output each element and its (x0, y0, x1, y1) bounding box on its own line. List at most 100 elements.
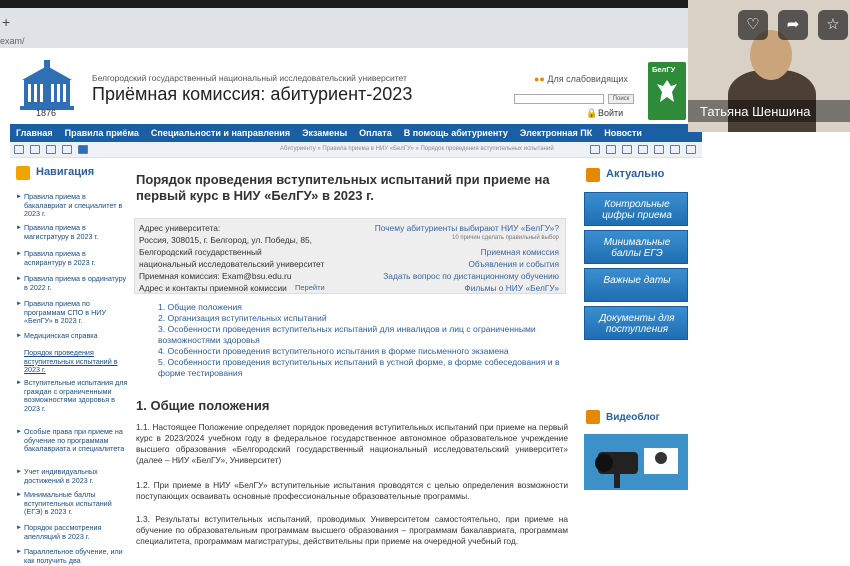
sidebar-item-rules-master[interactable]: ► Правила приема в магистратуру в 2023 г. (16, 223, 128, 241)
remote-question-link[interactable]: Задать вопрос по дистанционному обучению (383, 271, 559, 281)
sidebar-item-rules-bachelor[interactable]: ► Правила приема в бакалавриат и специали… (16, 192, 128, 219)
menu-item-help[interactable]: В помощь абитуриенту (398, 128, 514, 138)
pencil-icon (586, 168, 600, 182)
toc-item[interactable]: 5. Особенности проведения вступительных … (158, 357, 568, 379)
navigation-sidebar: Навигация ► Правила приема в бакалавриат … (14, 162, 129, 566)
go-link[interactable]: Перейти (295, 283, 325, 292)
share-icon[interactable] (670, 145, 680, 154)
structure-icon[interactable] (62, 145, 72, 154)
rss-icon[interactable] (78, 145, 88, 154)
videoblog-icon (586, 410, 600, 424)
glasses-icon: ●● (534, 74, 548, 84)
screen-icon[interactable] (622, 145, 632, 154)
globe-icon[interactable] (654, 145, 664, 154)
menu-item-electronic[interactable]: Электронная ПК (514, 128, 598, 138)
menu-item-exams[interactable]: Экзамены (296, 128, 353, 138)
banner-admission-numbers[interactable]: Контрольные цифры приема (584, 192, 688, 226)
events-link[interactable]: Объявления и события (468, 259, 559, 269)
right-sidebar: Актуально Контрольные цифры приема Миним… (584, 162, 694, 566)
font-icon[interactable] (638, 145, 648, 154)
new-tab-button[interactable]: + (2, 14, 10, 30)
paragraph: 1.3. Результаты вступительных испытаний,… (136, 514, 568, 546)
search-input[interactable] (514, 94, 604, 104)
menu-item-payment[interactable]: Оплата (353, 128, 398, 138)
paragraph: 1.1. Настоящее Положение определяет поря… (136, 422, 568, 465)
toc-item[interactable]: 4. Особенности проведения вступительного… (158, 346, 568, 357)
bullet-icon: ► (16, 194, 22, 200)
films-link[interactable]: Фильмы о НИУ «БелГУ» (464, 283, 559, 293)
star-icon[interactable]: ☆ (818, 10, 848, 40)
bullet-icon: ► (16, 469, 22, 475)
home-icon[interactable] (30, 145, 40, 154)
eagle-emblem-icon (657, 80, 677, 102)
logo-year: 1876 (36, 108, 57, 118)
sidebar-item-special-rights[interactable]: ► Особые права при приеме на обучение по … (16, 427, 128, 454)
why-choose-link[interactable]: Почему абитуриенты выбирают НИУ «БелГУ»? (375, 223, 559, 233)
sidebar-item-disabilities[interactable]: ► Вступительные испытания для граждан с о… (16, 378, 128, 413)
breadcrumb[interactable]: Абитуриенту » Правила приема в НИУ «БелГ… (280, 146, 554, 152)
sidebar-item-rules-spo[interactable]: ► Правила приема по программам СПО в НИУ … (16, 299, 128, 326)
banner-label: Документы для поступления (599, 313, 675, 335)
sidebar-item-rules-phd[interactable]: ► Правила приема в аспирантуру в 2023 г. (16, 249, 128, 267)
toc-item[interactable]: 3. Особенности проведения вступительных … (158, 324, 568, 346)
university-name: Белгородский государственный национальны… (92, 73, 407, 83)
toc-item[interactable]: 1. Общие положения (158, 302, 568, 313)
sidebar-item-medical[interactable]: ► Медицинская справка (16, 331, 128, 341)
sidebar-item-parallel[interactable]: ► Параллельное обучение, или как получить… (16, 547, 128, 565)
low-vision-link[interactable]: ●● Для слабовидящих (534, 74, 628, 84)
menu-item-rules[interactable]: Правила приёма (59, 128, 145, 138)
lock-icon: 🔒 (586, 108, 598, 118)
menu-item-home[interactable]: Главная (10, 128, 59, 138)
banner-label: Минимальные баллы ЕГЭ (603, 237, 671, 259)
sidebar-item-min-scores[interactable]: ► Минимальные баллы вступительных испытан… (16, 490, 128, 517)
info-box: Адрес университета: Россия, 308015, г. Б… (134, 218, 566, 294)
reasons-caption: 10 причин сделать правильный выбор (452, 235, 559, 241)
videoblog-title: Видеоблог (606, 412, 660, 423)
commission-link[interactable]: Приемная комиссия (481, 247, 559, 257)
bullet-icon: ► (16, 429, 22, 435)
bullet-icon: ► (16, 333, 22, 339)
print-icon[interactable] (590, 145, 600, 154)
belgu-logo[interactable]: БелГУ (648, 62, 686, 120)
sidebar-item-rules-residency[interactable]: ► Правила приема в ординатуру в 2022 г. (16, 274, 128, 292)
sidebar-item-label: Вступительные испытания для граждан с ог… (24, 378, 128, 413)
menu-item-news[interactable]: Новости (598, 128, 648, 138)
low-vision-link-label: Для слабовидящих (547, 74, 628, 84)
sidebar-item-achievements[interactable]: ► Учет индивидуальных достижений в 2023 г… (16, 467, 128, 485)
site-title[interactable]: Приёмная комиссия: абитуриент-2023 (92, 84, 412, 105)
bullet-icon: ► (16, 225, 22, 231)
share-icon[interactable]: ➦ (778, 10, 808, 40)
video-camera-icon[interactable] (584, 434, 688, 490)
participant-name: Татьяна Шеншина (700, 104, 811, 119)
menu-item-specialties[interactable]: Специальности и направления (145, 128, 296, 138)
participant-name-bar: Татьяна Шеншина (688, 100, 850, 122)
banner-label: Важные даты (603, 275, 671, 286)
sidebar-item-label: Параллельное обучение, или как получить … (24, 547, 123, 565)
navigation-title: Навигация (36, 166, 95, 178)
address-line: Белгородский государственный (139, 247, 262, 257)
login-link[interactable]: Войти (598, 108, 623, 118)
bullet-icon: ► (16, 276, 22, 282)
save-icon[interactable] (606, 145, 616, 154)
heart-icon[interactable]: ♡ (738, 10, 768, 40)
toolbar: Абитуриенту » Правила приема в НИУ «БелГ… (10, 142, 702, 158)
mail-icon[interactable] (46, 145, 56, 154)
banner-important-dates[interactable]: Важные даты (584, 268, 688, 302)
search-button[interactable]: Поиск (608, 94, 634, 104)
expand-icon[interactable] (686, 145, 696, 154)
navigation-icon (16, 166, 30, 180)
sitemap-icon[interactable] (14, 145, 24, 154)
banner-min-scores[interactable]: Минимальные баллы ЕГЭ (584, 230, 688, 264)
navigation-header: Навигация (14, 162, 129, 184)
commission-email[interactable]: Приемная комиссия: Exam@bsu.edu.ru (139, 271, 292, 281)
sidebar-item-label: Порядок проведения вступительных испытан… (24, 348, 118, 374)
sidebar-item-label: Правила приема по программам СПО в НИУ «… (24, 299, 107, 325)
address-line: национальный исследовательский университ… (139, 259, 325, 269)
address-bar[interactable]: exam/ (0, 36, 25, 46)
banner-documents[interactable]: Документы для поступления (584, 306, 688, 340)
toc-item[interactable]: 2. Организация вступительных испытаний (158, 313, 568, 324)
sidebar-item-label: Порядок рассмотрения апелляций в 2023 г. (24, 523, 102, 541)
sidebar-item-label: Правила приема в ординатуру в 2022 г. (24, 274, 127, 292)
sidebar-item-appeals[interactable]: ► Порядок рассмотрения апелляций в 2023 г… (16, 523, 128, 541)
sidebar-item-exam-procedure[interactable]: Порядок проведения вступительных испытан… (24, 348, 128, 375)
